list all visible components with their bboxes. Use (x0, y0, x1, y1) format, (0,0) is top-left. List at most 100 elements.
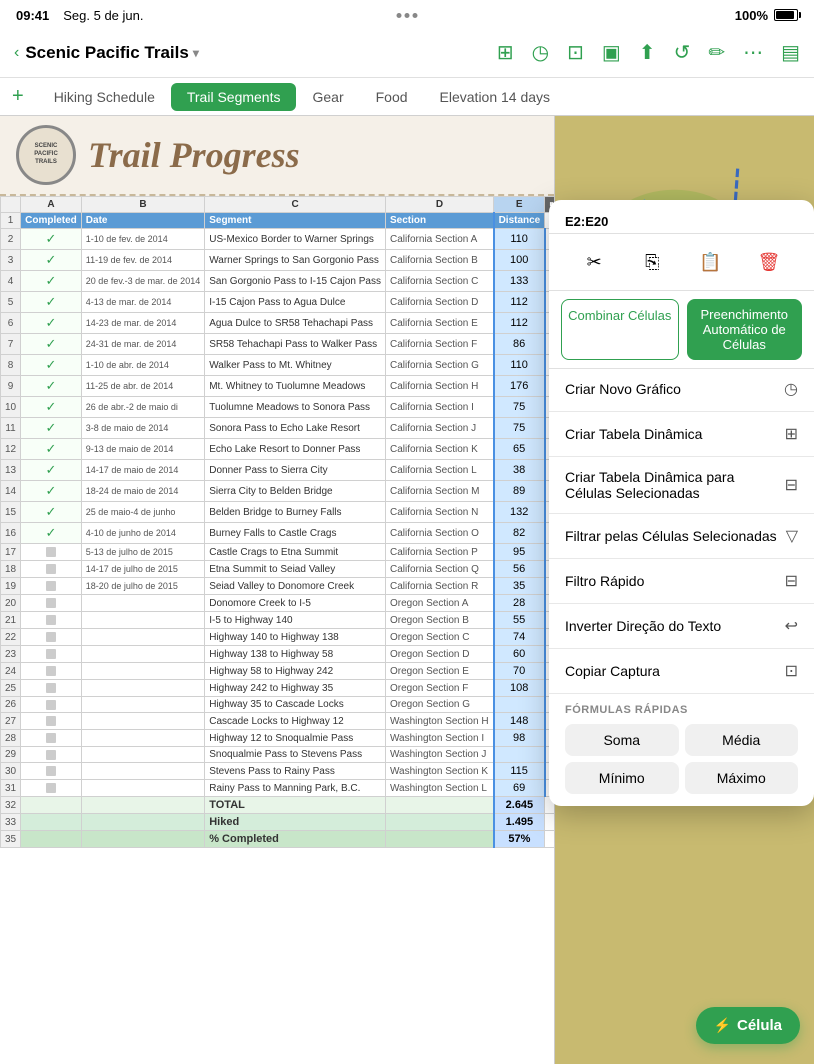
cell-section-23[interactable]: Oregon Section D (385, 646, 493, 663)
cell-completed-14[interactable]: ✓ (21, 481, 82, 502)
cell-segment-9[interactable]: Mt. Whitney to Tuolumne Meadows (205, 376, 386, 397)
cell-completed-19[interactable] (21, 578, 82, 595)
cell-date-14[interactable]: 18-24 de maio de 2014 (81, 481, 204, 502)
cell-segment-24[interactable]: Highway 58 to Highway 242 (205, 663, 386, 680)
cell-segment-18[interactable]: Etna Summit to Seiad Valley (205, 561, 386, 578)
table-row[interactable]: 24 Highway 58 to Highway 242 Oregon Sect… (1, 663, 555, 680)
cell-completed-2[interactable]: ✓ (21, 229, 82, 250)
cell-section-7[interactable]: California Section F (385, 334, 493, 355)
cell-date-3[interactable]: 11-19 de fev. de 2014 (81, 250, 204, 271)
cell-segment-2[interactable]: US-Mexico Border to Warner Springs (205, 229, 386, 250)
cell-distance-3[interactable]: 100 (494, 250, 545, 271)
refresh-icon[interactable]: ↺ (674, 40, 691, 65)
combinar-button[interactable]: Combinar Células (561, 299, 679, 360)
cell-distance-19[interactable]: 35 (494, 578, 545, 595)
cell-section-3[interactable]: California Section B (385, 250, 493, 271)
cell-section-30[interactable]: Washington Section K (385, 763, 493, 780)
cell-segment-12[interactable]: Echo Lake Resort to Donner Pass (205, 439, 386, 460)
cell-date-13[interactable]: 14-17 de maio de 2014 (81, 460, 204, 481)
cell-completed-12[interactable]: ✓ (21, 439, 82, 460)
cell-segment-13[interactable]: Donner Pass to Sierra City (205, 460, 386, 481)
menu-item-tabela-dinamica[interactable]: Criar Tabela Dinâmica ⊞ (549, 414, 814, 454)
cell-date-22[interactable] (81, 629, 204, 646)
cell-distance-28[interactable]: 98 (494, 730, 545, 747)
cell-completed-31[interactable] (21, 780, 82, 797)
cell-distance-26[interactable] (494, 697, 545, 713)
cell-segment-26[interactable]: Highway 35 to Cascade Locks (205, 697, 386, 713)
copy-icon[interactable]: ⊡ (567, 40, 584, 65)
sidebar-icon[interactable]: ▤ (781, 40, 800, 65)
cell-distance-5[interactable]: 112 (494, 292, 545, 313)
cell-completed-16[interactable]: ✓ (21, 523, 82, 544)
cell-section-20[interactable]: Oregon Section A (385, 595, 493, 612)
cell-segment-30[interactable]: Stevens Pass to Rainy Pass (205, 763, 386, 780)
cell-completed-30[interactable] (21, 763, 82, 780)
nav-title-chevron[interactable]: ▾ (193, 46, 199, 60)
cell-segment-14[interactable]: Sierra City to Belden Bridge (205, 481, 386, 502)
image-icon[interactable]: ▣ (602, 40, 621, 65)
cell-distance-24[interactable]: 70 (494, 663, 545, 680)
cell-date-25[interactable] (81, 680, 204, 697)
cell-distance-6[interactable]: 112 (494, 313, 545, 334)
table-icon[interactable]: ⊞ (497, 40, 514, 65)
cell-section-24[interactable]: Oregon Section E (385, 663, 493, 680)
cell-completed-10[interactable]: ✓ (21, 397, 82, 418)
cell-distance-4[interactable]: 133 (494, 271, 545, 292)
cell-segment-23[interactable]: Highway 138 to Highway 58 (205, 646, 386, 663)
cell-date-2[interactable]: 1-10 de fev. de 2014 (81, 229, 204, 250)
preenchimento-button[interactable]: Preenchimento Automático de Células (687, 299, 803, 360)
cell-section-17[interactable]: California Section P (385, 544, 493, 561)
cell-distance-15[interactable]: 132 (494, 502, 545, 523)
formula-media[interactable]: Média (685, 724, 799, 756)
cell-segment-28[interactable]: Highway 12 to Snoqualmie Pass (205, 730, 386, 747)
table-row[interactable]: 27 Cascade Locks to Highway 12 Washingto… (1, 713, 555, 730)
table-row[interactable]: 8 ✓ 1-10 de abr. de 2014 Walker Pass to … (1, 355, 555, 376)
cell-completed-4[interactable]: ✓ (21, 271, 82, 292)
cell-date-6[interactable]: 14-23 de mar. de 2014 (81, 313, 204, 334)
cell-completed-22[interactable] (21, 629, 82, 646)
cell-completed-13[interactable]: ✓ (21, 460, 82, 481)
cell-segment-10[interactable]: Tuolumne Meadows to Sonora Pass (205, 397, 386, 418)
cell-date-24[interactable] (81, 663, 204, 680)
cell-completed-15[interactable]: ✓ (21, 502, 82, 523)
table-row[interactable]: 25 Highway 242 to Highway 35 Oregon Sect… (1, 680, 555, 697)
cell-date-17[interactable]: 5-13 de julho de 2015 (81, 544, 204, 561)
formula-maximo[interactable]: Máximo (685, 762, 799, 794)
cell-date-21[interactable] (81, 612, 204, 629)
paste-button[interactable]: 📋 (691, 244, 731, 280)
cell-distance-25[interactable]: 108 (494, 680, 545, 697)
cell-section-13[interactable]: California Section L (385, 460, 493, 481)
menu-item-filtrar-celulas[interactable]: Filtrar pelas Células Selecionadas ▽ (549, 516, 814, 556)
cell-distance-29[interactable] (494, 747, 545, 763)
cell-segment-16[interactable]: Burney Falls to Castle Crags (205, 523, 386, 544)
cell-completed-3[interactable]: ✓ (21, 250, 82, 271)
cell-section-11[interactable]: California Section J (385, 418, 493, 439)
cell-date-31[interactable] (81, 780, 204, 797)
menu-item-copiar-captura[interactable]: Copiar Captura ⊡ (549, 651, 814, 691)
cell-section-2[interactable]: California Section A (385, 229, 493, 250)
table-row[interactable]: 30 Stevens Pass to Rainy Pass Washington… (1, 763, 555, 780)
cell-completed-7[interactable]: ✓ (21, 334, 82, 355)
table-row[interactable]: 9 ✓ 11-25 de abr. de 2014 Mt. Whitney to… (1, 376, 555, 397)
cell-segment-20[interactable]: Donomore Creek to I-5 (205, 595, 386, 612)
cell-completed-17[interactable] (21, 544, 82, 561)
cell-completed-29[interactable] (21, 747, 82, 763)
cell-distance-2[interactable]: 110 (494, 229, 545, 250)
cell-distance-27[interactable]: 148 (494, 713, 545, 730)
cell-section-5[interactable]: California Section D (385, 292, 493, 313)
cell-section-10[interactable]: California Section I (385, 397, 493, 418)
menu-dots-icon[interactable]: ⋯ (743, 40, 763, 65)
cell-segment-22[interactable]: Highway 140 to Highway 138 (205, 629, 386, 646)
tab-food[interactable]: Food (360, 83, 424, 111)
cell-date-20[interactable] (81, 595, 204, 612)
formula-minimo[interactable]: Mínimo (565, 762, 679, 794)
add-tab-button[interactable]: + (8, 81, 28, 112)
table-row[interactable]: 5 ✓ 4-13 de mar. de 2014 I-15 Cajon Pass… (1, 292, 555, 313)
cell-distance-11[interactable]: 75 (494, 418, 545, 439)
cell-segment-15[interactable]: Belden Bridge to Burney Falls (205, 502, 386, 523)
cell-date-10[interactable]: 26 de abr.-2 de maio di (81, 397, 204, 418)
cell-distance-31[interactable]: 69 (494, 780, 545, 797)
cell-segment-11[interactable]: Sonora Pass to Echo Lake Resort (205, 418, 386, 439)
cell-section-19[interactable]: California Section R (385, 578, 493, 595)
cut-button[interactable]: ✂ (574, 244, 614, 280)
